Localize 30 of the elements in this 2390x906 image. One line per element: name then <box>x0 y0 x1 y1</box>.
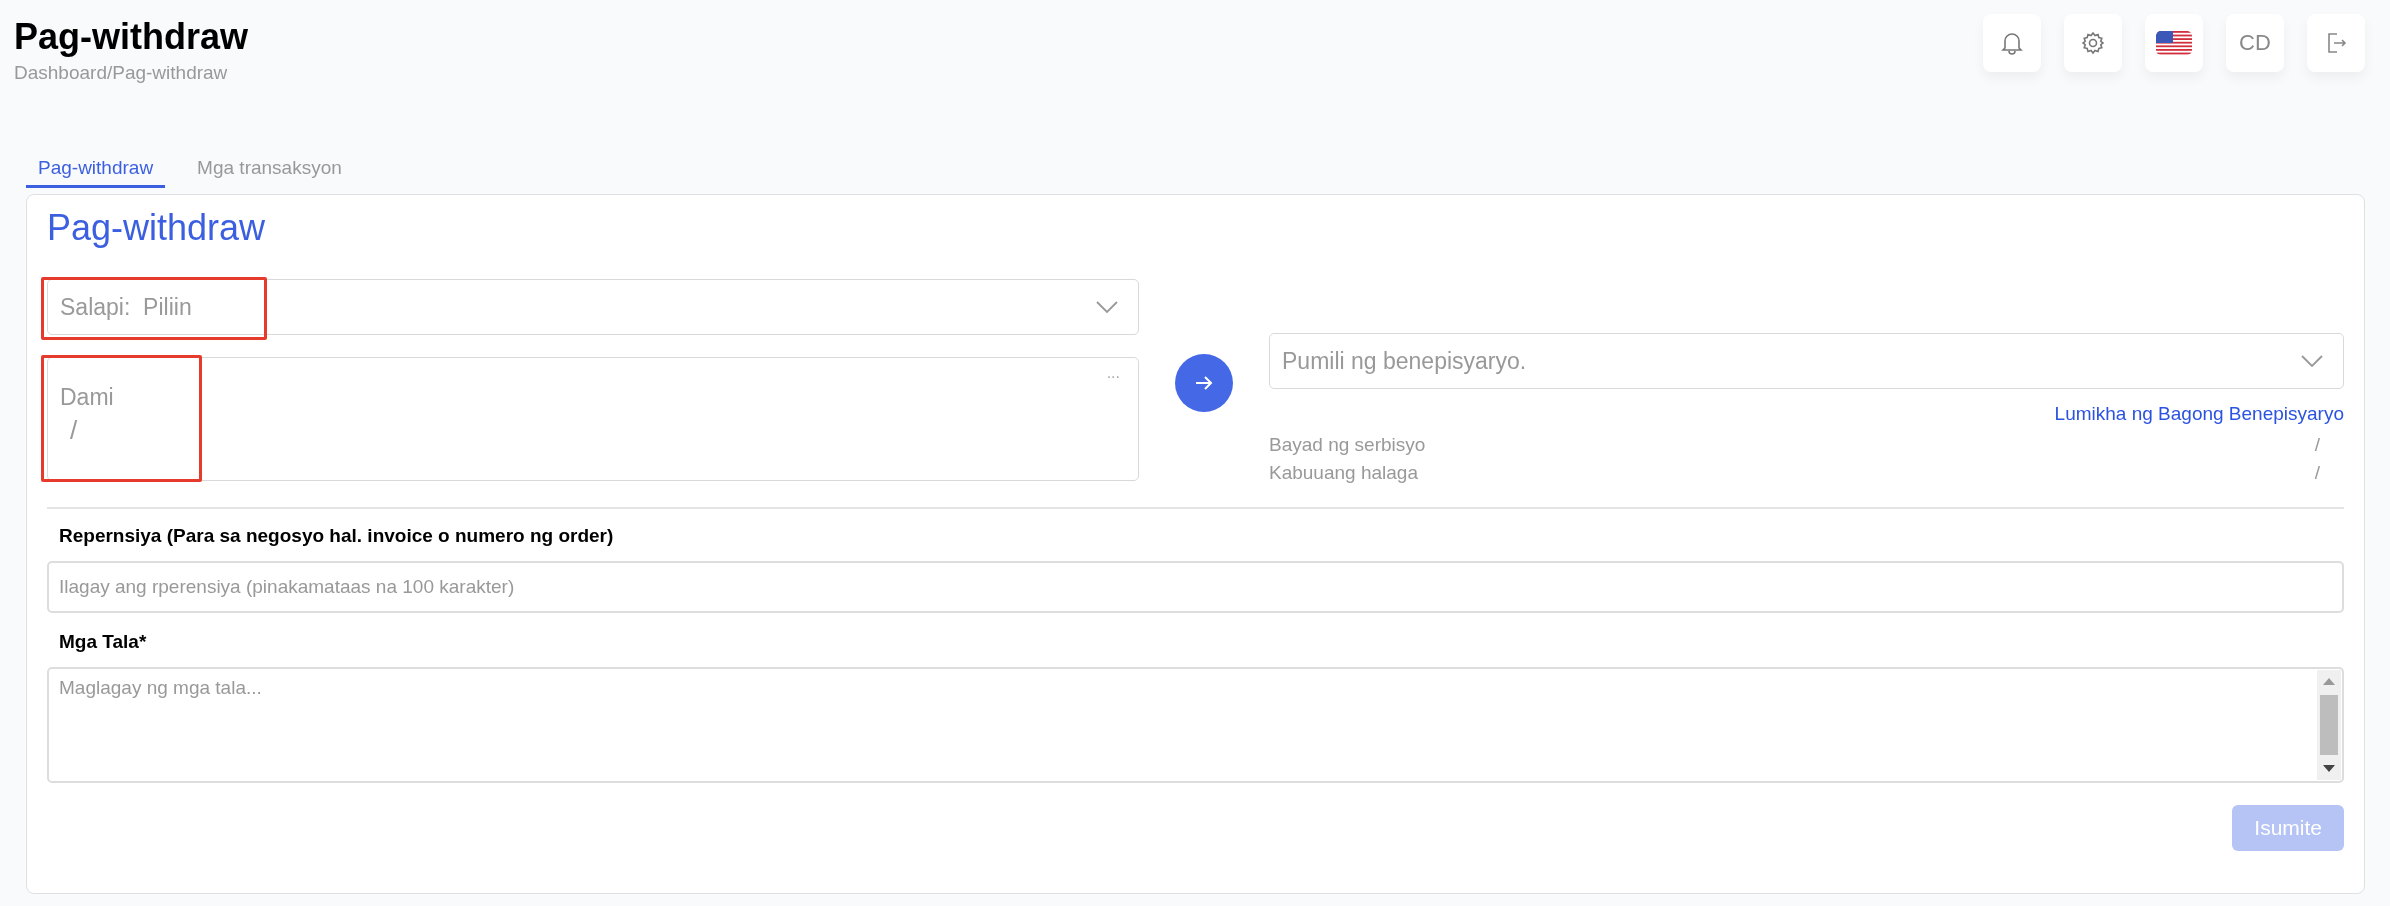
reference-field[interactable]: Ilagay ang rperensiya (pinakamataas na 100 karakter) <box>47 561 2344 613</box>
settings-icon <box>2081 31 2105 55</box>
summary-value: / <box>2314 433 2320 457</box>
notifications-button[interactable] <box>1983 14 2041 72</box>
field-label: Repernsiya (Para sa negosyo hal. invoice o numero ng order) <box>59 525 615 547</box>
currency-select[interactable]: Salapi: Piliin <box>47 279 1139 335</box>
create-beneficiary-link[interactable]: Lumikha ng Bagong Benepisyaryo <box>2054 403 2344 425</box>
summary-value: / <box>2314 461 2320 485</box>
summary-label: Bayad ng serbisyo <box>1269 433 1426 457</box>
form-title: Pag-withdraw <box>47 207 267 249</box>
us-flag-icon <box>2156 31 2192 55</box>
field-label: Mga Tala* <box>59 631 148 653</box>
bell-icon <box>2001 31 2023 55</box>
page-title: Pag-withdraw <box>14 15 249 59</box>
chevron-icon <box>2301 355 2323 367</box>
beneficiary-select[interactable]: Pumili ng benepisyaryo. <box>1269 333 2344 389</box>
arrow-right-icon <box>1195 375 1213 391</box>
amount-field[interactable]: Dami / ... <box>47 357 1139 481</box>
chevron-icon <box>1096 301 1118 313</box>
summary-label: Kabuuang halaga <box>1269 461 1418 485</box>
settings-button[interactable] <box>2064 14 2122 72</box>
profile-button[interactable]: CD <box>2226 14 2284 72</box>
notes-field[interactable]: Maglagay ng mga tala... <box>47 667 2344 783</box>
scrollbar[interactable] <box>2317 670 2341 780</box>
language-button[interactable] <box>2145 14 2203 72</box>
logout-button[interactable] <box>2307 14 2365 72</box>
tab[interactable]: Pag-withdraw <box>26 157 166 188</box>
arrow-button[interactable] <box>1175 354 1233 412</box>
tab[interactable]: Mga transaksyon <box>185 157 354 188</box>
breadcrumb: Dashboard/Pag-withdraw <box>14 62 229 84</box>
